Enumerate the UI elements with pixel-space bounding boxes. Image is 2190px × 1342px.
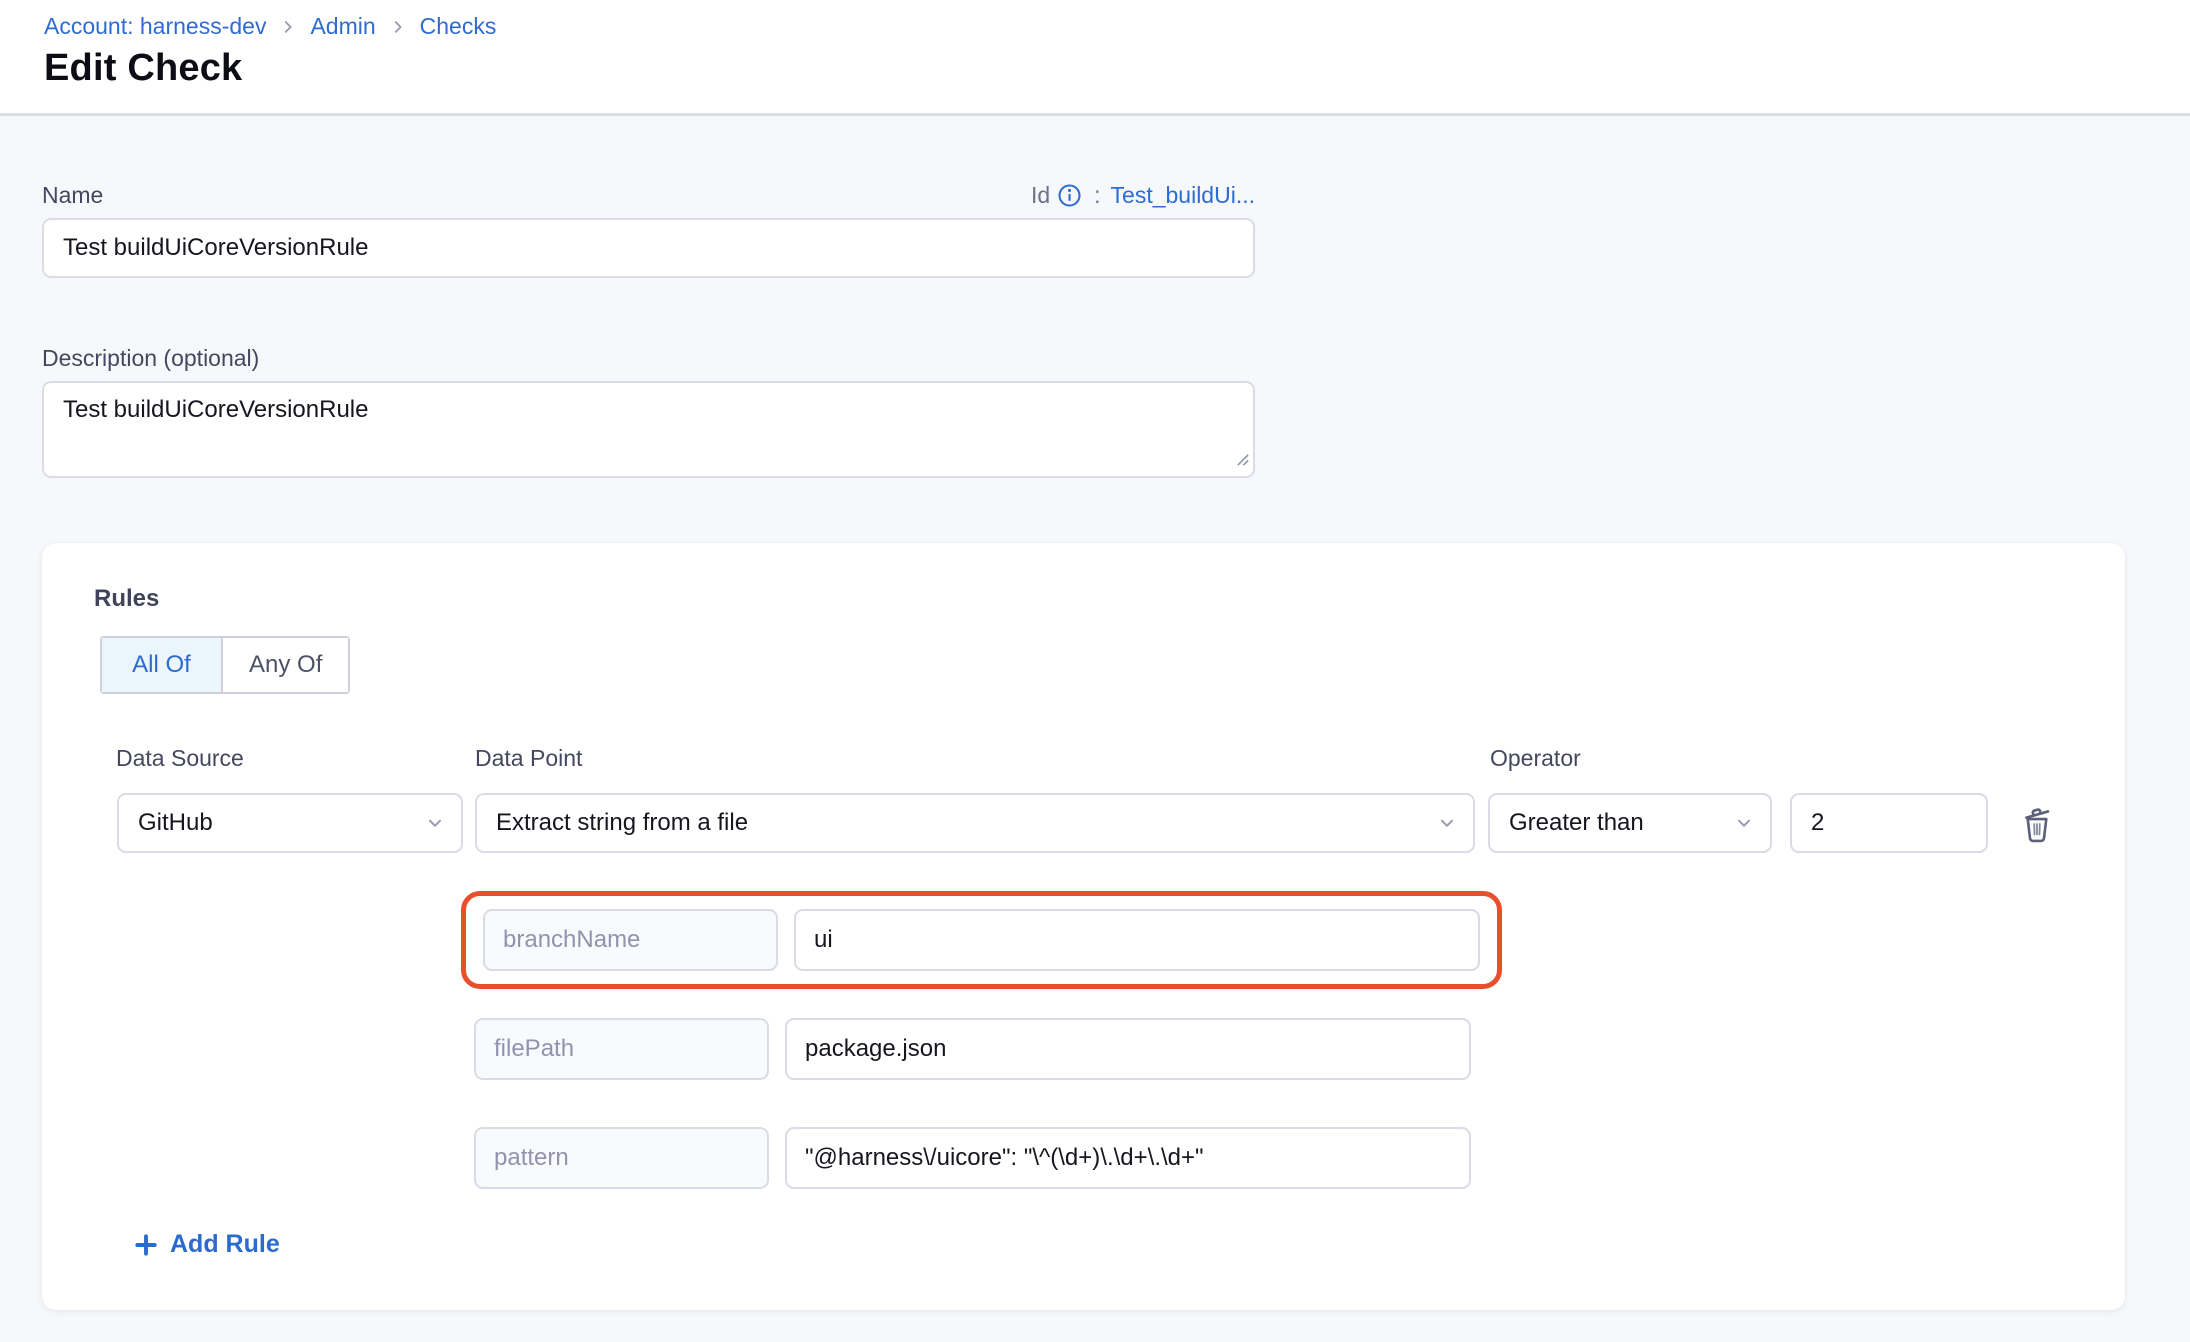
param-row-branchname: branchName	[483, 909, 1480, 971]
data-point-select[interactable]: Extract string from a file	[475, 793, 1475, 853]
breadcrumb-admin-link[interactable]: Admin	[310, 11, 375, 41]
param-input-branchname[interactable]	[794, 909, 1480, 971]
rules-label: Rules	[94, 585, 159, 613]
threshold-input[interactable]	[1790, 793, 1988, 853]
add-rule-label: Add Rule	[170, 1230, 280, 1259]
data-point-label: Data Point	[475, 745, 582, 772]
id-value-link[interactable]: Test_buildUi...	[1111, 182, 1255, 209]
breadcrumb-checks-link[interactable]: Checks	[420, 11, 497, 41]
data-source-value: GitHub	[138, 809, 213, 837]
page-title: Edit Check	[44, 47, 242, 90]
name-input[interactable]	[42, 218, 1255, 278]
match-mode-toggle: All Of Any Of	[100, 636, 350, 694]
data-point-value: Extract string from a file	[496, 809, 748, 837]
toggle-all-of[interactable]: All Of	[102, 638, 221, 692]
param-key-branchname: branchName	[483, 909, 778, 971]
id-separator: :	[1094, 182, 1100, 209]
data-source-select[interactable]: GitHub	[117, 793, 463, 853]
param-row-pattern: pattern	[474, 1127, 1471, 1189]
plus-icon	[133, 1232, 159, 1258]
data-source-label: Data Source	[116, 745, 244, 772]
breadcrumb: Account: harness-dev Admin Checks	[44, 11, 496, 41]
description-field-block: Description (optional) Test buildUiCoreV…	[42, 345, 1255, 478]
id-row: Id : Test_buildUi...	[1031, 182, 1255, 209]
chevron-right-icon	[389, 18, 407, 36]
toggle-any-of[interactable]: Any Of	[221, 638, 348, 692]
id-label: Id	[1031, 182, 1050, 209]
name-label: Name	[42, 182, 103, 209]
description-textarea[interactable]: Test buildUiCoreVersionRule	[42, 381, 1255, 478]
chevron-right-icon	[279, 18, 297, 36]
delete-rule-button[interactable]	[2014, 801, 2060, 847]
param-input-pattern[interactable]	[785, 1127, 1471, 1189]
chevron-down-icon	[1436, 812, 1458, 834]
resize-handle-icon[interactable]	[1235, 452, 1250, 472]
highlight-annotation: branchName	[461, 891, 1502, 989]
name-field-block: Name Id : Test_buildUi...	[42, 177, 1255, 278]
param-row-filepath: filePath	[474, 1018, 1471, 1080]
rules-card: Rules All Of Any Of Data Source Data Poi…	[42, 543, 2125, 1310]
operator-select[interactable]: Greater than	[1488, 793, 1772, 853]
breadcrumb-account-link[interactable]: Account: harness-dev	[44, 11, 266, 41]
param-input-filepath[interactable]	[785, 1018, 1471, 1080]
page-header: Account: harness-dev Admin Checks Edit C…	[0, 0, 2190, 116]
operator-value: Greater than	[1509, 809, 1644, 837]
param-key-filepath: filePath	[474, 1018, 769, 1080]
add-rule-button[interactable]: Add Rule	[133, 1230, 280, 1259]
info-icon[interactable]	[1057, 183, 1082, 208]
description-label: Description (optional)	[42, 345, 259, 371]
chevron-down-icon	[1733, 812, 1755, 834]
chevron-down-icon	[424, 812, 446, 834]
operator-label: Operator	[1490, 745, 1581, 772]
trash-icon	[2016, 803, 2058, 845]
param-key-pattern: pattern	[474, 1127, 769, 1189]
edit-check-form: Name Id : Test_buildUi... Description (o…	[0, 119, 2190, 1342]
